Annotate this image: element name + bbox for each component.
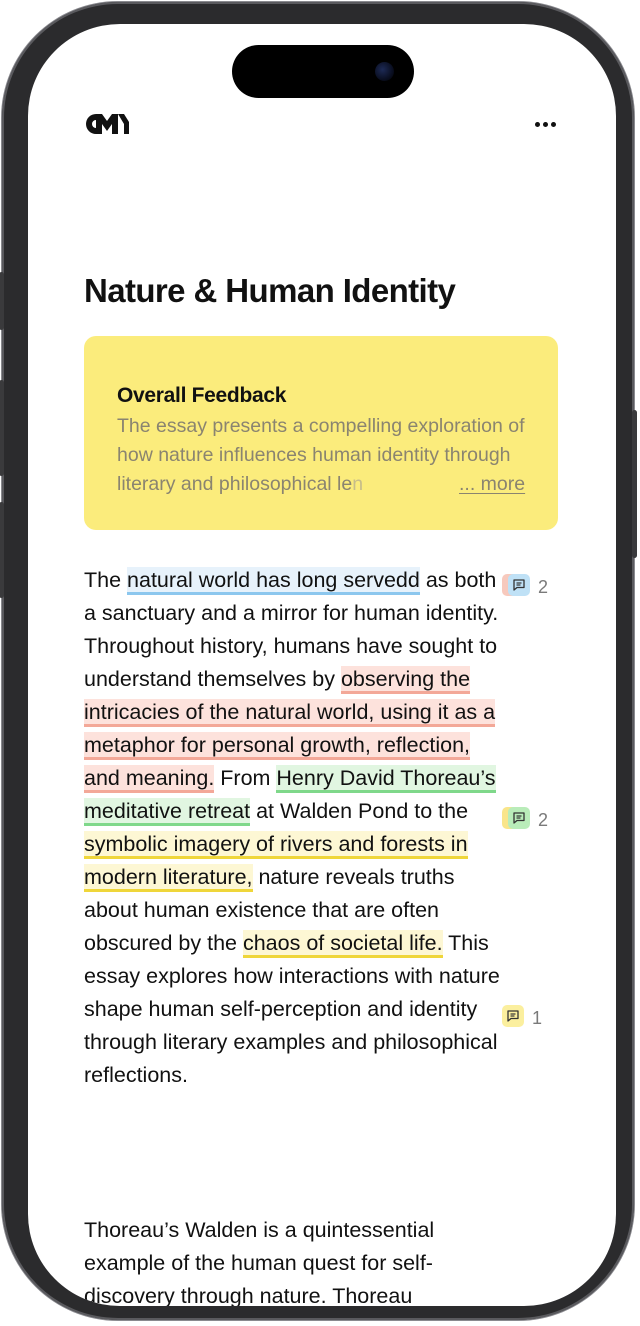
volume-down-button	[0, 502, 4, 598]
essay-text: From	[214, 766, 277, 790]
essay-paragraph-1: The natural world has long servedd as bo…	[84, 564, 504, 1092]
comment-marker-2[interactable]: 2	[502, 807, 548, 833]
overall-feedback-card[interactable]: Overall Feedback The essay presents a co…	[84, 336, 558, 530]
feedback-more-link[interactable]: ... more	[457, 470, 526, 499]
comment-icon	[502, 1005, 524, 1027]
comment-marker-1[interactable]: 2	[502, 574, 548, 600]
menu-dot	[550, 121, 556, 127]
highlight-blue[interactable]: natural world has long servedd	[127, 567, 420, 595]
screen: Nature & Human Identity Overall Feedback…	[28, 24, 616, 1306]
comment-stack	[502, 574, 532, 600]
highlight-yellow[interactable]: chaos of societal life.	[242, 930, 443, 958]
comment-count: 2	[538, 576, 549, 597]
comment-count: 2	[538, 809, 549, 830]
power-button	[632, 410, 637, 558]
comment-icon	[508, 807, 530, 829]
comment-count: 1	[532, 1007, 543, 1028]
comment-marker-3[interactable]: 1	[502, 1005, 542, 1031]
page-title: Nature & Human Identity	[84, 272, 456, 309]
comment-icon	[508, 574, 530, 596]
comment-stack	[502, 1005, 526, 1031]
cm-logo-icon[interactable]	[84, 112, 130, 136]
feedback-text-faded: n	[352, 473, 364, 495]
feedback-heading: Overall Feedback	[117, 384, 287, 407]
essay-paragraph-2: Thoreau’s Walden is a quintessential exa…	[84, 1218, 435, 1306]
comment-stack	[502, 807, 532, 833]
camera-icon	[375, 62, 394, 81]
menu-dot	[534, 121, 540, 127]
more-horizontal-icon[interactable]	[530, 114, 560, 134]
dynamic-island	[232, 45, 414, 98]
menu-dot	[542, 121, 548, 127]
volume-up-button	[0, 380, 4, 476]
essay-text: The	[84, 568, 128, 592]
essay-text: at Walden Pond to the	[250, 799, 469, 823]
action-button	[0, 272, 4, 330]
phone-frame: Nature & Human Identity Overall Feedback…	[0, 2, 637, 1320]
